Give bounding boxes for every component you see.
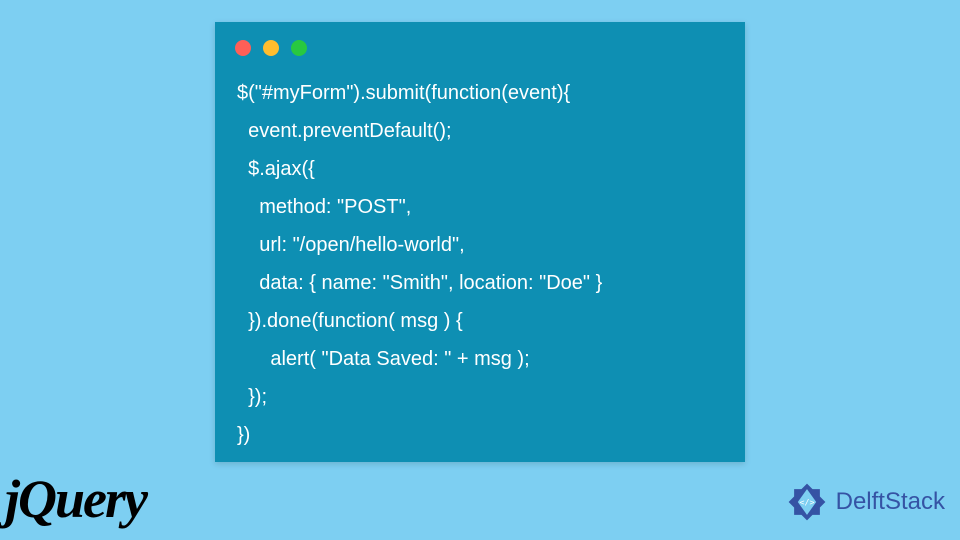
svg-text:</>: </> [799,497,814,507]
delftstack-label: DelftStack [836,488,945,516]
close-icon [235,40,251,56]
minimize-icon [263,40,279,56]
delftstack-icon: </> [784,479,830,525]
code-window: $("#myForm").submit(function(event){ eve… [215,22,745,462]
jquery-logo: jQuery [5,468,146,530]
maximize-icon [291,40,307,56]
delftstack-logo: </> DelftStack [784,479,945,525]
code-block: $("#myForm").submit(function(event){ eve… [215,68,745,472]
traffic-lights [215,22,745,68]
